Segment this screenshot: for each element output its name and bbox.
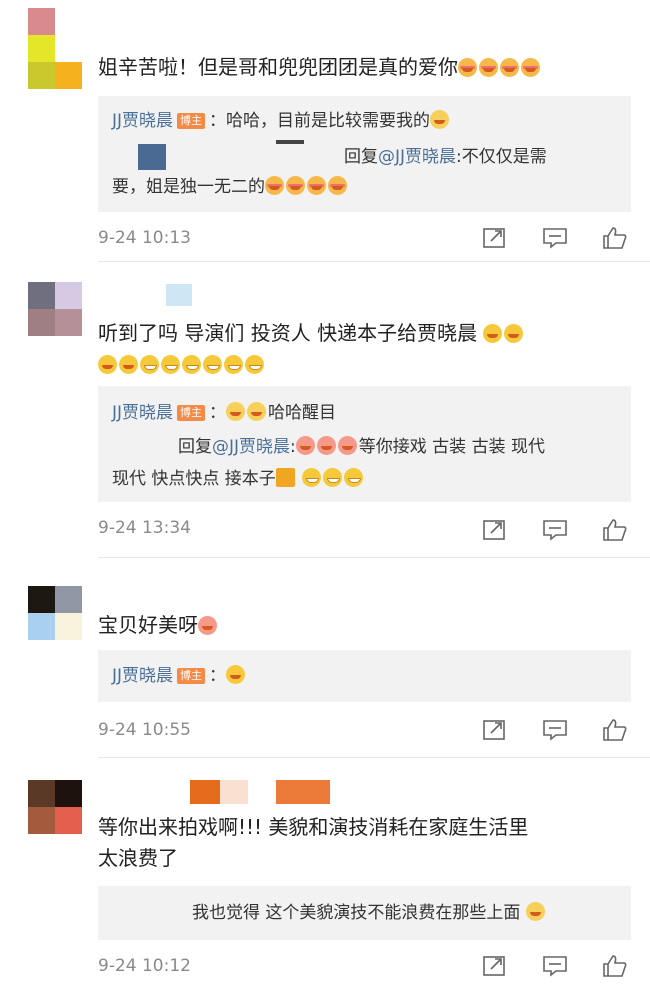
grin-emoji-icon <box>344 468 364 487</box>
sub-reply: 我也觉得 这个美貌演技不能浪费在那些上面 <box>192 898 547 928</box>
kiss-emoji-icon <box>226 665 246 684</box>
comment-item: 姐辛苦啦！但是哥和兜兜团团是真的爱你 JJ贾晓晨 博主 ：哈哈，目前是比较需要我的 … <box>0 0 650 262</box>
sub-reply: 回复@JJ贾晓晨:不仅仅是需 <box>344 147 547 167</box>
pig-emoji-icon <box>295 436 315 455</box>
grin-emoji-icon <box>203 355 222 374</box>
redacted-username <box>190 780 220 804</box>
grin-emoji-icon <box>182 355 201 374</box>
grin-emoji-icon <box>140 355 159 374</box>
comment-time: 9-24 10:13 <box>98 228 191 248</box>
laugh-emoji-icon <box>226 402 246 421</box>
reply-box[interactable]: JJ贾晓晨 博主： <box>98 650 631 702</box>
avatar[interactable] <box>28 282 82 336</box>
book-emoji-icon <box>275 468 295 487</box>
shy-emoji-icon <box>504 324 524 343</box>
blush-emoji-icon <box>286 176 305 195</box>
reply-box[interactable]: 我也觉得 这个美貌演技不能浪费在那些上面 <box>98 886 631 940</box>
author-badge: 博主 <box>177 405 206 421</box>
author-badge: 博主 <box>177 668 206 684</box>
avatar[interactable] <box>28 780 82 834</box>
comment-icon[interactable] <box>542 954 568 978</box>
comment-actions <box>480 226 630 252</box>
blush-emoji-icon <box>521 58 540 77</box>
avatar[interactable] <box>28 586 82 640</box>
avatar[interactable] <box>28 8 82 62</box>
author-reply: JJ贾晓晨 博主：哈哈醒目 <box>112 402 337 423</box>
like-icon[interactable] <box>602 226 628 250</box>
comment-item: 等你出来拍戏啊!!! 美貌和演技消耗在家庭生活里 太浪费了 我也觉得 这个美貌演技… <box>0 758 650 1000</box>
sub-reply: 回复@JJ贾晓晨: 等你接戏 古装 古装 现代 <box>178 436 545 457</box>
grin-emoji-icon <box>323 468 343 487</box>
comment-item: 宝贝好美呀 JJ贾晓晨 博主： 9-24 10:55 <box>0 558 650 758</box>
author-reply: JJ贾晓晨 博主： <box>112 661 247 691</box>
shy-emoji-icon <box>98 355 117 374</box>
redacted-username <box>166 284 192 306</box>
laugh-emoji-icon <box>247 402 267 421</box>
redacted-username <box>276 780 330 804</box>
comment-text: 等你出来拍戏啊!!! 美貌和演技消耗在家庭生活里 太浪费了 <box>98 815 529 870</box>
comment-text: 宝贝好美呀 <box>98 610 618 641</box>
share-icon[interactable] <box>482 718 508 742</box>
comment-actions <box>480 518 630 544</box>
share-icon[interactable] <box>482 954 508 978</box>
redacted-username <box>276 140 304 144</box>
comment-time: 9-24 10:12 <box>98 956 191 976</box>
reply-box[interactable]: JJ贾晓晨 博主 ：哈哈，目前是比较需要我的 回复@JJ贾晓晨:不仅仅是需 要，姐是… <box>98 96 631 212</box>
mention-link[interactable]: @JJ贾晓晨 <box>212 437 290 457</box>
pig-emoji-icon <box>316 436 336 455</box>
avatar-fragment <box>55 62 82 89</box>
blush-emoji-icon <box>328 176 347 195</box>
sub-reply-continued: 现代 快点快点 接本子 <box>112 464 365 494</box>
author-badge: 博主 <box>177 113 206 129</box>
blush-emoji-icon <box>458 58 477 77</box>
comment-text: 听到了吗 导演们 投资人 快递本子给贾晓晨 <box>98 318 618 380</box>
comment-item: 听到了吗 导演们 投资人 快递本子给贾晓晨 JJ贾晓晨 博主：哈哈醒目 回复@JJ… <box>0 262 650 558</box>
comment-text: 姐辛苦啦！但是哥和兜兜团团是真的爱你 <box>98 52 618 83</box>
grin-emoji-icon <box>224 355 243 374</box>
share-icon[interactable] <box>482 518 508 542</box>
shy-emoji-icon <box>483 324 503 343</box>
grin-emoji-icon <box>245 355 264 374</box>
reply-author[interactable]: JJ贾晓晨 <box>112 111 173 131</box>
pig-emoji-icon <box>198 616 217 635</box>
reply-box[interactable]: JJ贾晓晨 博主：哈哈醒目 回复@JJ贾晓晨: 等你接戏 古装 古装 现代 现代 快… <box>98 386 631 502</box>
reply-author[interactable]: JJ贾晓晨 <box>112 666 173 686</box>
redacted-username <box>220 780 248 804</box>
pig-emoji-icon <box>337 436 357 455</box>
grin-emoji-icon <box>302 468 322 487</box>
comment-actions <box>480 954 630 980</box>
comment-icon[interactable] <box>542 226 568 250</box>
comment-time: 9-24 13:34 <box>98 518 191 538</box>
laugh-cry-emoji-icon <box>525 902 545 921</box>
mention-link[interactable]: @JJ贾晓晨 <box>378 147 456 167</box>
comment-icon[interactable] <box>542 718 568 742</box>
comment-icon[interactable] <box>542 518 568 542</box>
blush-emoji-icon <box>500 58 519 77</box>
comment-actions <box>480 718 630 744</box>
like-icon[interactable] <box>602 954 628 978</box>
grin-emoji-icon <box>161 355 180 374</box>
avatar-fragment <box>28 62 55 89</box>
laugh-emoji-icon <box>430 110 450 129</box>
reply-author[interactable]: JJ贾晓晨 <box>112 403 173 423</box>
sub-reply-continued: 要，姐是独一无二的 <box>112 172 349 202</box>
blush-emoji-icon <box>265 176 284 195</box>
like-icon[interactable] <box>602 518 628 542</box>
author-reply: JJ贾晓晨 博主 ：哈哈，目前是比较需要我的 <box>112 106 451 136</box>
blush-emoji-icon <box>307 176 326 195</box>
redacted-username <box>138 144 166 170</box>
share-icon[interactable] <box>482 226 508 250</box>
shy-emoji-icon <box>119 355 138 374</box>
comment-time: 9-24 10:55 <box>98 720 191 740</box>
blush-emoji-icon <box>479 58 498 77</box>
like-icon[interactable] <box>602 718 628 742</box>
